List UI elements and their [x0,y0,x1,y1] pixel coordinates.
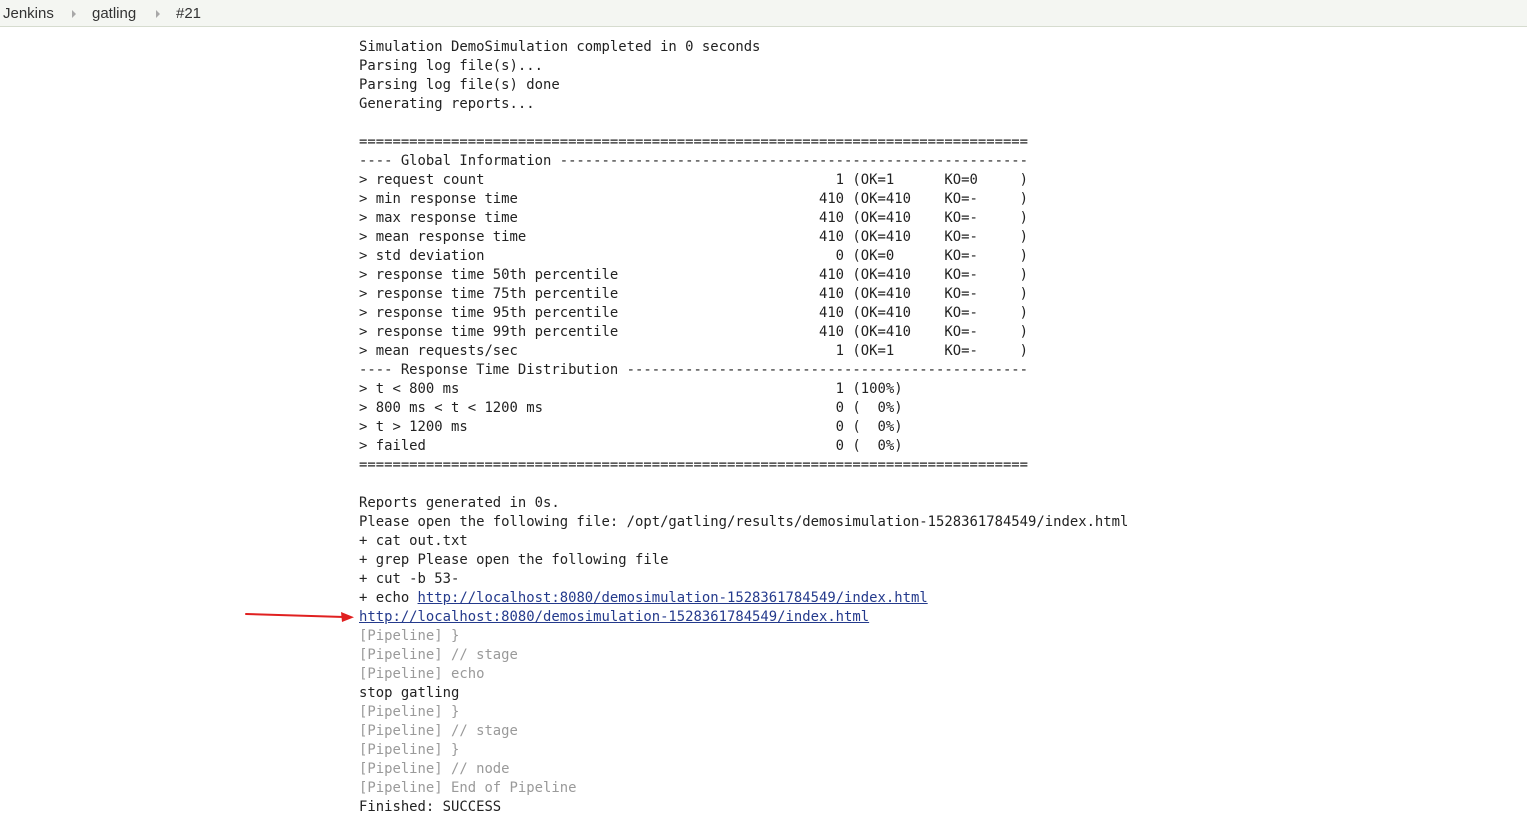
console-line-text: ---- Global Information ----------------… [359,153,1029,169]
console-line: > response time 50th percentile 410 (OK=… [359,266,1128,285]
console-line: + cat out.txt [359,532,1128,551]
console-line-text: [Pipeline] // stage [359,647,518,663]
breadcrumb-gatling[interactable]: gatling [92,5,136,23]
console-line-text: stop gatling [359,685,460,701]
breadcrumb-separator-icon [156,10,160,18]
console-line: > mean requests/sec 1 (OK=1 KO=- ) [359,342,1128,361]
console-line-text: [Pipeline] } [359,742,460,758]
console-line: > t < 800 ms 1 (100%) [359,380,1128,399]
console-line-text: > mean response time 410 (OK=410 KO=- ) [359,229,1029,245]
console-line-text: > request count 1 (OK=1 KO=0 ) [359,172,1029,188]
console-line-text: + echo [359,590,418,606]
console-line-text: Finished: SUCCESS [359,799,502,815]
console-line: Parsing log file(s) done [359,76,1128,95]
console-line-text: > mean requests/sec 1 (OK=1 KO=- ) [359,343,1029,359]
pipeline-log-line: [Pipeline] // stage [359,646,1128,665]
console-line: > request count 1 (OK=1 KO=0 ) [359,171,1128,190]
console-output: Simulation DemoSimulation completed in 0… [359,38,1128,817]
console-line-text: > max response time 410 (OK=410 KO=- ) [359,210,1029,226]
console-line-text: > response time 50th percentile 410 (OK=… [359,267,1029,283]
console-line-text: > t > 1200 ms 0 ( 0%) [359,419,903,435]
console-line: > max response time 410 (OK=410 KO=- ) [359,209,1128,228]
console-line-text: > failed 0 ( 0%) [359,438,903,454]
console-line-text: > response time 75th percentile 410 (OK=… [359,286,1029,302]
console-line: > min response time 410 (OK=410 KO=- ) [359,190,1128,209]
console-line: stop gatling [359,684,1128,703]
pipeline-log-line: [Pipeline] echo [359,665,1128,684]
pipeline-log-line: [Pipeline] // node [359,760,1128,779]
console-line-text: Simulation DemoSimulation completed in 0… [359,39,761,55]
console-line-text: > response time 95th percentile 410 (OK=… [359,305,1029,321]
console-line-text: + grep Please open the following file [359,552,669,568]
console-line: + grep Please open the following file [359,551,1128,570]
pipeline-log-line: [Pipeline] } [359,741,1128,760]
console-line-text: > std deviation 0 (OK=0 KO=- ) [359,248,1029,264]
pipeline-log-line: [Pipeline] End of Pipeline [359,779,1128,798]
console-line-text: > t < 800 ms 1 (100%) [359,381,903,397]
console-line: > t > 1200 ms 0 ( 0%) [359,418,1128,437]
console-line: Finished: SUCCESS [359,798,1128,817]
console-line-text: > min response time 410 (OK=410 KO=- ) [359,191,1029,207]
red-arrow-icon [245,612,354,622]
report-link[interactable]: http://localhost:8080/demosimulation-152… [359,609,869,625]
console-line: Reports generated in 0s. [359,494,1128,513]
console-line-text: [Pipeline] } [359,704,460,720]
console-line: Parsing log file(s)... [359,57,1128,76]
breadcrumb-build-21[interactable]: #21 [176,5,201,23]
breadcrumb-jenkins[interactable]: Jenkins [3,5,54,23]
console-line-text: ---- Response Time Distribution --------… [359,362,1029,378]
console-line: ========================================… [359,456,1128,475]
breadcrumb: Jenkins gatling #21 [0,0,1527,27]
console-line-text: [Pipeline] // node [359,761,510,777]
console-line-text: ========================================… [359,457,1029,473]
console-line-text: Reports generated in 0s. [359,495,560,511]
console-line: > 800 ms < t < 1200 ms 0 ( 0%) [359,399,1128,418]
console-line-text: [Pipeline] echo [359,666,485,682]
console-line: > response time 95th percentile 410 (OK=… [359,304,1128,323]
breadcrumb-separator-icon [72,10,76,18]
console-line-text: ========================================… [359,134,1029,150]
console-line: > mean response time 410 (OK=410 KO=- ) [359,228,1128,247]
pipeline-log-line: [Pipeline] } [359,703,1128,722]
console-line-text: + cat out.txt [359,533,468,549]
console-line-text: [Pipeline] // stage [359,723,518,739]
console-line: ---- Response Time Distribution --------… [359,361,1128,380]
console-line: + echo http://localhost:8080/demosimulat… [359,589,1128,608]
console-line-text: > 800 ms < t < 1200 ms 0 ( 0%) [359,400,903,416]
console-line: > std deviation 0 (OK=0 KO=- ) [359,247,1128,266]
pipeline-log-line: [Pipeline] // stage [359,722,1128,741]
pipeline-log-line: [Pipeline] } [359,627,1128,646]
console-line: http://localhost:8080/demosimulation-152… [359,608,1128,627]
report-link[interactable]: http://localhost:8080/demosimulation-152… [418,590,928,606]
console-line-text: > response time 99th percentile 410 (OK=… [359,324,1029,340]
console-line-text: + cut -b 53- [359,571,460,587]
console-line: > response time 75th percentile 410 (OK=… [359,285,1128,304]
console-line-text: Please open the following file: /opt/gat… [359,514,1129,530]
console-line: Simulation DemoSimulation completed in 0… [359,38,1128,57]
console-line: > response time 99th percentile 410 (OK=… [359,323,1128,342]
console-line-text: [Pipeline] } [359,628,460,644]
console-line-text: [Pipeline] End of Pipeline [359,780,577,796]
console-line: ========================================… [359,133,1128,152]
console-line-text: Generating reports... [359,96,535,112]
console-line: Generating reports... [359,95,1128,114]
console-line: + cut -b 53- [359,570,1128,589]
console-line: ---- Global Information ----------------… [359,152,1128,171]
console-line: Please open the following file: /opt/gat… [359,513,1128,532]
console-line-text: Parsing log file(s) done [359,77,560,93]
console-line-text: Parsing log file(s)... [359,58,543,74]
console-line: > failed 0 ( 0%) [359,437,1128,456]
